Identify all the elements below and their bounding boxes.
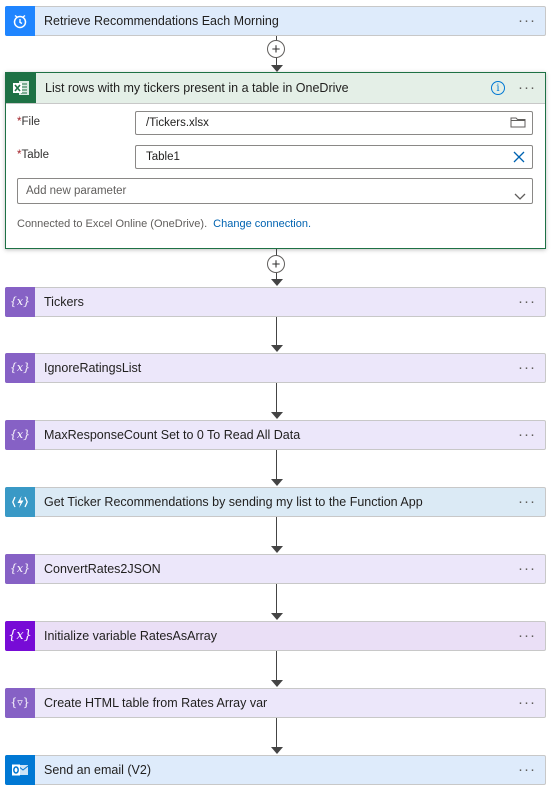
step-card-initialize-variable[interactable]: {x} Initialize variable RatesAsArray ··· (5, 620, 546, 651)
arrow-head (271, 479, 283, 486)
change-connection-link[interactable]: Change connection. (213, 218, 311, 230)
arrow-head (271, 747, 283, 754)
chevron-down-icon (514, 186, 526, 210)
connector-line (276, 584, 277, 613)
arrow-head (271, 345, 283, 352)
step-title: IgnoreRatingsList (44, 361, 142, 375)
data-operation-icon: {▿} (5, 687, 35, 718)
arrow-head (271, 680, 283, 687)
file-field[interactable]: /Tickers.xlsx (135, 111, 533, 135)
outlook-icon (5, 754, 35, 785)
table-field[interactable]: Table1 (135, 145, 533, 169)
step-title: ConvertRates2JSON (44, 562, 161, 576)
excel-action-card[interactable]: List rows with my tickers present in a t… (5, 72, 546, 249)
azure-function-icon (5, 486, 35, 517)
step-card-send-email[interactable]: Send an email (V2) ··· (5, 754, 546, 785)
step-title: Tickers (44, 295, 84, 309)
excel-more-button[interactable]: ··· (515, 80, 539, 95)
step-title: Create HTML table from Rates Array var (44, 696, 268, 710)
arrow-head (271, 613, 283, 620)
alarm-clock-icon (5, 5, 35, 36)
connector-line (276, 383, 277, 412)
variable-icon: {𝑥} (5, 352, 35, 383)
file-label: *File (17, 116, 41, 128)
step-more-button[interactable]: ··· (515, 494, 539, 509)
step-card-convert-rates[interactable]: {𝑥} ConvertRates2JSON ··· (5, 553, 546, 584)
connector-line (276, 450, 277, 479)
step-title: Get Ticker Recommendations by sending my… (44, 495, 423, 509)
table-value: Table1 (146, 151, 180, 163)
variable-icon: {𝑥} (5, 286, 35, 317)
trigger-title: Retrieve Recommendations Each Morning (44, 14, 279, 28)
step-more-button[interactable]: ··· (515, 427, 539, 442)
step-title: Initialize variable RatesAsArray (44, 629, 217, 643)
variable-icon: {𝑥} (5, 553, 35, 584)
step-more-button[interactable]: ··· (515, 762, 539, 777)
step-more-button[interactable]: ··· (515, 695, 539, 710)
step-card-create-html-table[interactable]: {▿} Create HTML table from Rates Array v… (5, 687, 546, 718)
step-card-function-app[interactable]: Get Ticker Recommendations by sending my… (5, 486, 546, 517)
step-title: MaxResponseCount Set to 0 To Read All Da… (44, 428, 301, 442)
excel-action-title: List rows with my tickers present in a t… (45, 81, 349, 95)
file-value: /Tickers.xlsx (146, 117, 209, 129)
excel-icon (6, 73, 36, 103)
connector-line (276, 718, 277, 747)
initialize-variable-icon: {x} (5, 620, 35, 651)
arrow-head (271, 279, 283, 286)
connection-status: Connected to Excel Online (OneDrive). Cha… (17, 218, 312, 230)
step-more-button[interactable]: ··· (515, 628, 539, 643)
arrow-head (271, 546, 283, 553)
variable-icon: {𝑥} (5, 419, 35, 450)
step-more-button[interactable]: ··· (515, 360, 539, 375)
insert-step-button[interactable]: + (267, 40, 285, 58)
connector-line (276, 651, 277, 680)
clear-icon[interactable] (512, 150, 526, 172)
arrow-head (271, 412, 283, 419)
step-card-ignore-ratings[interactable]: {𝑥} IgnoreRatingsList ··· (5, 352, 546, 383)
trigger-more-button[interactable]: ··· (515, 13, 539, 28)
step-more-button[interactable]: ··· (515, 561, 539, 576)
connector-line (276, 517, 277, 546)
arrow-head (271, 65, 283, 72)
folder-icon[interactable] (510, 115, 526, 137)
info-icon[interactable]: i (491, 81, 505, 95)
step-more-button[interactable]: ··· (515, 294, 539, 309)
step-title: Send an email (V2) (44, 763, 152, 777)
add-parameter-dropdown[interactable]: Add new parameter (17, 178, 533, 204)
step-card-max-response[interactable]: {𝑥} MaxResponseCount Set to 0 To Read Al… (5, 419, 546, 450)
trigger-card[interactable]: Retrieve Recommendations Each Morning ··… (5, 5, 546, 36)
step-card-tickers[interactable]: {𝑥} Tickers ··· (5, 286, 546, 317)
table-label: *Table (17, 149, 49, 161)
connector-line (276, 317, 277, 345)
insert-step-button[interactable]: + (267, 255, 285, 273)
